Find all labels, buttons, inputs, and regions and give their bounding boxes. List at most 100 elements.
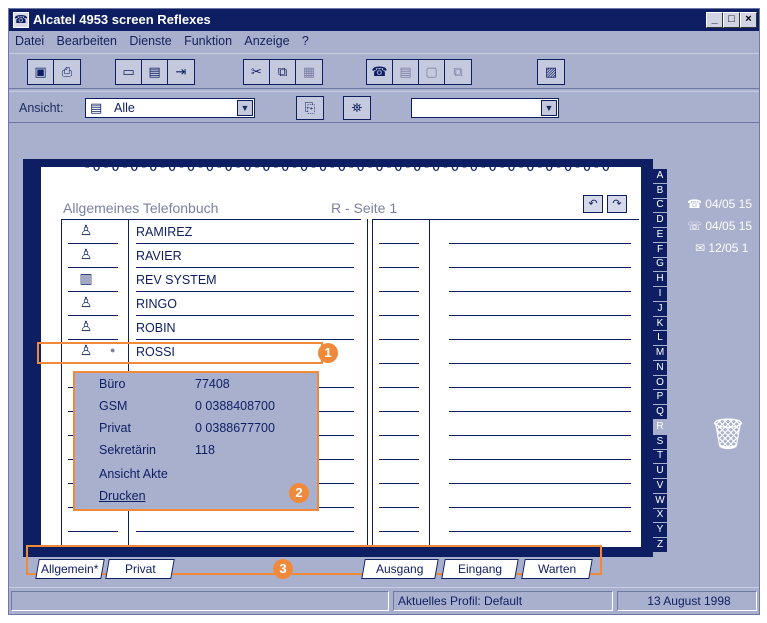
letter-tab-j[interactable]: J: [653, 302, 667, 317]
new-entry-icon[interactable]: ⎘: [297, 97, 323, 119]
list-item[interactable]: ♙ ROBIN: [62, 316, 362, 340]
letter-tab-m[interactable]: M: [653, 346, 667, 361]
tab-warten[interactable]: Warten: [521, 559, 593, 579]
fax-icon[interactable]: ▤: [393, 60, 419, 84]
list-icon: ▤: [90, 100, 103, 115]
menu-item-sekretaerin-value: 118: [195, 443, 215, 457]
letter-tab-p[interactable]: P: [653, 390, 667, 406]
menu-dienste[interactable]: Dienste: [129, 34, 171, 48]
call-log-item[interactable]: ✉ 12/05 1: [695, 241, 748, 255]
right-page-column: [373, 219, 639, 549]
menu-funktion[interactable]: Funktion: [184, 34, 232, 48]
letter-tab-x[interactable]: X: [653, 509, 667, 524]
letter-tab-r[interactable]: R: [653, 420, 667, 435]
phone-icon: ☎: [687, 197, 706, 211]
entry-context-menu: Büro 77408 GSM 0 0388408700 Privat 0 038…: [73, 371, 319, 511]
call-log-date: 04/05 15: [705, 219, 753, 233]
menu-bearbeiten[interactable]: Bearbeiten: [57, 34, 117, 48]
toolbar-group-file: ▣ ⎙: [27, 59, 81, 85]
letter-tab-g[interactable]: G: [653, 258, 667, 273]
call-log-item[interactable]: ☏ 04/05 15: [687, 219, 752, 233]
letter-tab-b[interactable]: B: [653, 184, 667, 199]
letter-tab-z[interactable]: Z: [653, 538, 667, 553]
menu-item-privat-value: 0 0388677700: [195, 421, 275, 435]
maximize-button[interactable]: □: [723, 12, 740, 28]
phonebook-title: Allgemeines Telefonbuch: [63, 200, 219, 216]
callout-badge-2: 2: [289, 483, 309, 503]
letter-tab-v[interactable]: V: [653, 479, 667, 494]
binoculars-icon[interactable]: ⛯: [344, 97, 370, 119]
list-item[interactable]: ♙ RINGO: [62, 292, 362, 316]
previous-page-icon[interactable]: ↶: [583, 195, 603, 213]
person-icon: ♙: [79, 246, 93, 262]
tab-ausgang[interactable]: Ausgang: [361, 559, 439, 579]
entry-name: RINGO: [136, 297, 177, 311]
menu-item-sekretaerin-label[interactable]: Sekretärin: [99, 443, 156, 457]
list-item[interactable]: ♙ RAVIER: [62, 244, 362, 268]
letter-tab-f[interactable]: F: [653, 243, 667, 258]
menu-anzeige[interactable]: Anzeige: [244, 34, 289, 48]
search-tools: ⛯: [343, 96, 371, 120]
tab-privat[interactable]: Privat: [105, 559, 175, 579]
trash-icon[interactable]: 🗑: [709, 417, 747, 461]
letter-tab-c[interactable]: C: [653, 199, 667, 214]
toolbar-group-properties: ▨: [537, 59, 565, 85]
dial-icon[interactable]: ▭: [116, 60, 142, 84]
menu-datei[interactable]: Datei: [15, 34, 44, 48]
copy-icon[interactable]: ⧉: [270, 60, 296, 84]
card-icon[interactable]: ▢: [419, 60, 445, 84]
paste-icon[interactable]: ▦: [296, 60, 322, 84]
letter-tab-d[interactable]: D: [653, 213, 667, 229]
call-log-item[interactable]: ☎ 04/05 15: [687, 197, 752, 211]
letter-tab-k[interactable]: K: [653, 317, 667, 332]
letter-tab-o[interactable]: O: [653, 376, 667, 391]
letter-tab-a[interactable]: A: [653, 169, 667, 184]
status-message: [11, 591, 389, 611]
letter-tab-n[interactable]: N: [653, 361, 667, 376]
view-select[interactable]: ▤ Alle ▼: [85, 98, 255, 118]
menu-item-drucken[interactable]: Drucken: [99, 489, 146, 503]
next-page-icon[interactable]: ↷: [607, 195, 627, 213]
menu-item-buero-label[interactable]: Büro: [99, 377, 125, 391]
menu-help[interactable]: ?: [302, 34, 309, 48]
menu-item-gsm-label[interactable]: GSM: [99, 399, 127, 413]
status-bar: Aktuelles Profil: Default 13 August 1998: [9, 587, 759, 613]
letter-tab-i[interactable]: I: [653, 287, 667, 302]
toolbar-group-edit: ▭ ▤ ⇥: [115, 59, 195, 85]
letter-tab-s[interactable]: S: [653, 435, 667, 450]
memo-icon[interactable]: ▤: [142, 60, 168, 84]
close-button[interactable]: ×: [740, 12, 757, 28]
letter-tab-w[interactable]: W: [653, 494, 667, 509]
cut-icon[interactable]: ✂: [244, 60, 270, 84]
menu-item-ansicht-akte[interactable]: Ansicht Akte: [99, 467, 168, 481]
transfer-icon[interactable]: ⧉: [445, 60, 471, 84]
spiral-binding: -0-0-0-0-0-0-0-0-0-0-0-0-0-0-0-0-0-0-0-0…: [83, 159, 612, 175]
app-icon[interactable]: ☎: [13, 12, 29, 28]
empty-row[interactable]: [62, 508, 362, 532]
letter-tab-h[interactable]: H: [653, 272, 667, 288]
letter-tab-l[interactable]: L: [653, 331, 667, 347]
phone-icon[interactable]: ☎: [367, 60, 393, 84]
print-icon[interactable]: ⎙: [54, 60, 80, 84]
letter-tab-t[interactable]: T: [653, 450, 667, 465]
list-item[interactable]: ▥ REV SYSTEM: [62, 268, 362, 292]
letter-tab-q[interactable]: Q: [653, 405, 667, 421]
toolbar-group-clipboard: ✂ ⧉ ▦: [243, 59, 323, 85]
letter-tab-u[interactable]: U: [653, 464, 667, 480]
exit-icon[interactable]: ⇥: [168, 60, 194, 84]
letter-tab-y[interactable]: Y: [653, 523, 667, 539]
secondary-select[interactable]: ▼: [411, 98, 559, 118]
menu-item-privat-label[interactable]: Privat: [99, 421, 131, 435]
chevron-down-icon[interactable]: ▼: [541, 100, 557, 116]
view-select-value: Alle: [114, 101, 135, 115]
app-window: ☎ Alcatel 4953 screen Reflexes _ □ × Dat…: [8, 8, 760, 615]
minimize-button[interactable]: _: [706, 12, 723, 28]
tab-allgemein[interactable]: Allgemein*: [35, 559, 105, 579]
properties-icon[interactable]: ▨: [538, 60, 564, 84]
tab-eingang[interactable]: Eingang: [441, 559, 519, 579]
list-item[interactable]: ♙ RAMIREZ: [62, 220, 362, 244]
letter-tab-e[interactable]: E: [653, 228, 667, 243]
save-icon[interactable]: ▣: [28, 60, 54, 84]
toolbar: ▣ ⎙ ▭ ▤ ⇥ ✂ ⧉ ▦ ☎ ▤ ▢ ⧉ ▨: [9, 53, 759, 89]
chevron-down-icon[interactable]: ▼: [237, 100, 253, 116]
